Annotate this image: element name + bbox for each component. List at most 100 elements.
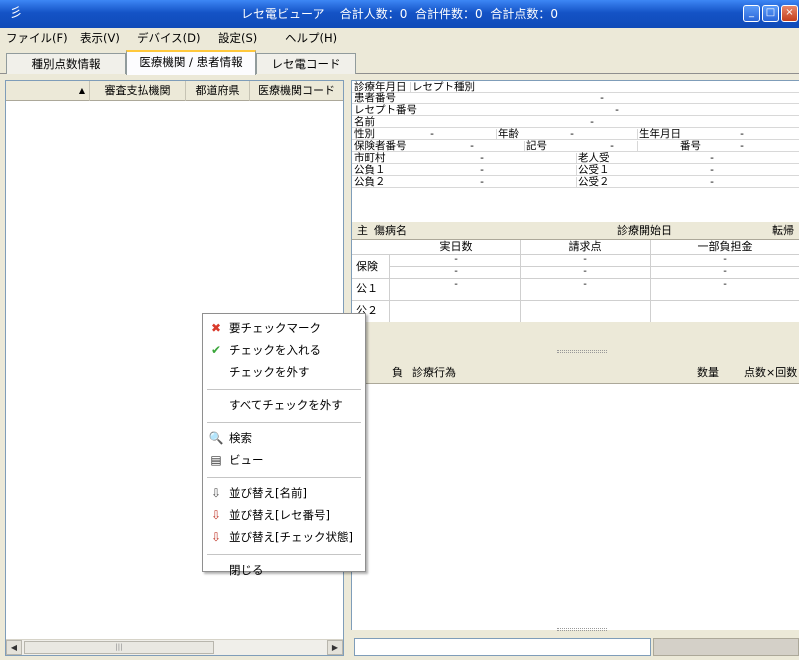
context-menu-item[interactable]: 閉じる <box>203 560 365 580</box>
header-main[interactable]: 主 <box>357 222 368 240</box>
context-menu-label: 検索 <box>229 431 252 445</box>
splitter-handle[interactable] <box>351 344 799 360</box>
row-public1: 公負１ - 公受１ - <box>352 164 799 176</box>
public1-points: - <box>583 279 587 290</box>
header-start-date[interactable]: 診療開始日 <box>617 222 672 240</box>
menu-help[interactable]: ヘルプ(H) <box>285 30 337 46</box>
menu-settings[interactable]: 設定(S) <box>218 30 257 46</box>
value-public2: - <box>480 176 484 188</box>
menu-separator <box>207 477 361 478</box>
context-menu-label: チェックを入れる <box>229 343 321 357</box>
context-menu-label: 要チェックマーク <box>229 321 321 335</box>
context-menu-item[interactable]: ▤ ビュー <box>203 450 365 470</box>
header-burden[interactable]: 負 <box>392 362 403 384</box>
row-label-public1: 公１ <box>356 282 378 295</box>
row-public2: 公負２ - 公受２ - <box>352 176 799 188</box>
public1-copay: - <box>723 279 727 290</box>
context-menu-item[interactable]: ⇩ 並び替え[名前] <box>203 483 365 503</box>
scroll-right-button[interactable]: ▶ <box>327 640 343 655</box>
sort-receipt-icon: ⇩ <box>210 508 222 522</box>
tab-type-points[interactable]: 種別点数情報 <box>6 53 126 74</box>
value-birth: - <box>740 128 744 140</box>
window-title: レセ電ビューア 合計人数：0 合計件数：0 合計点数：0 <box>241 7 558 21</box>
insurance-points-1: - <box>583 254 587 265</box>
title-bar: 彡 レセ電ビューア 合計人数：0 合計件数：0 合計点数：0 _ □ × <box>0 0 799 28</box>
label-sex: 性別 <box>354 128 375 140</box>
insurance-copay-1: - <box>723 254 727 265</box>
context-menu-item[interactable]: ⇩ 並び替え[チェック状態] <box>203 527 365 547</box>
label-number: 番号 <box>680 140 701 152</box>
label-birth: 生年月日 <box>639 128 681 140</box>
column-header-payer[interactable]: 審査支払機関 <box>90 81 186 101</box>
context-menu: ✖ 要チェックマーク ✔ チェックを入れるチェックを外すすべてチェックを外す 🔍 検索 ▤ ビ… <box>202 313 366 577</box>
context-menu-label: すべてチェックを外す <box>229 398 343 412</box>
header-days: 実日数 <box>439 240 473 253</box>
header-points-times[interactable]: 点数×回数 <box>744 362 797 384</box>
header-quantity[interactable]: 数量 <box>697 362 719 384</box>
column-header-prefecture[interactable]: 都道府県 <box>186 81 250 101</box>
context-menu-label: ビュー <box>229 453 264 467</box>
header-treatment[interactable]: 診療行為 <box>412 362 456 384</box>
insurance-days-2: - <box>454 266 458 277</box>
label-patient-no: 患者番号 <box>354 92 396 104</box>
maximize-button[interactable]: □ <box>762 5 779 22</box>
context-menu-label: 並び替え[レセ番号] <box>229 508 330 522</box>
menu-separator <box>207 422 361 423</box>
header-copay: 一部負担金 <box>697 240 753 253</box>
view-icon: ▤ <box>210 453 222 467</box>
horizontal-scrollbar[interactable]: ◀ ||| ▶ <box>6 639 343 655</box>
label-receipt-no: レセプト番号 <box>354 104 417 116</box>
scroll-thumb[interactable]: ||| <box>24 641 214 654</box>
label-receipt-type: レセプト種別 <box>412 81 475 93</box>
disease-header: 主 傷病名 診療開始日 転帰 <box>351 222 799 240</box>
label-public-recipient1: 公受１ <box>578 164 610 176</box>
menu-view[interactable]: 表示(V) <box>80 30 120 46</box>
context-menu-item[interactable]: すべてチェックを外す <box>203 395 365 415</box>
label-public2: 公負２ <box>354 176 386 188</box>
insurance-days-1: - <box>454 254 458 265</box>
context-menu-item[interactable]: ⇩ 並び替え[レセ番号] <box>203 505 365 525</box>
close-button[interactable]: × <box>781 5 798 22</box>
app-window: 彡 レセ電ビューア 合計人数：0 合計件数：0 合計点数：0 _ □ × ファイ… <box>0 0 799 660</box>
value-age: - <box>570 128 574 140</box>
header-outcome[interactable]: 転帰 <box>772 222 794 240</box>
value-mark: - <box>610 140 614 152</box>
context-menu-item[interactable]: 🔍 検索 <box>203 428 365 448</box>
insurance-copay-2: - <box>723 266 727 277</box>
context-menu-item[interactable]: ✔ チェックを入れる <box>203 340 365 360</box>
scroll-left-button[interactable]: ◀ <box>6 640 22 655</box>
value-public1: - <box>480 164 484 176</box>
sort-check-icon: ⇩ <box>210 530 222 544</box>
column-header-institution-code[interactable]: 医療機関コード <box>250 81 343 101</box>
treatment-list[interactable] <box>351 384 799 631</box>
header-disease-name[interactable]: 傷病名 <box>374 222 407 240</box>
amount-table: 実日数 請求点 一部負担金 保険 - - - - - - 公１ - - - 公２ <box>351 240 799 322</box>
search-icon: 🔍 <box>208 431 224 445</box>
value-receipt-no: - <box>615 104 619 116</box>
context-menu-item[interactable]: ✖ 要チェックマーク <box>203 318 365 338</box>
menu-file[interactable]: ファイル(F) <box>6 30 68 46</box>
menu-device[interactable]: デバイス(D) <box>137 30 200 46</box>
bottom-text-field[interactable] <box>354 638 651 656</box>
row-insurer: 保険者番号 - 記号 - 番号 - <box>352 140 799 152</box>
tab-institution-patient[interactable]: 医療機関 / 患者情報 <box>126 50 256 75</box>
context-menu-label: 閉じる <box>229 563 264 577</box>
red-x-icon: ✖ <box>210 321 222 335</box>
label-elder: 老人受 <box>578 152 610 164</box>
context-menu-item[interactable]: チェックを外す <box>203 362 365 382</box>
sort-arrow-icon[interactable]: ▲ <box>6 81 90 101</box>
tab-receipt-code[interactable]: レセ電コード <box>256 53 356 74</box>
value-patient-no: - <box>600 92 604 104</box>
value-number: - <box>740 140 744 152</box>
label-public1: 公負１ <box>354 164 386 176</box>
label-city: 市町村 <box>354 152 386 164</box>
list-header: ▲ 審査支払機関 都道府県 医療機関コード <box>6 81 343 101</box>
context-menu-label: 並び替え[名前] <box>229 486 307 500</box>
row-name: 名前 - <box>352 116 799 128</box>
check-icon: ✔ <box>210 343 222 357</box>
bottom-status-area <box>653 638 799 656</box>
header-billed-points: 請求点 <box>568 240 602 253</box>
row-patient-no: 患者番号 - <box>352 92 799 104</box>
minimize-button[interactable]: _ <box>743 5 760 22</box>
insurance-points-2: - <box>583 266 587 277</box>
